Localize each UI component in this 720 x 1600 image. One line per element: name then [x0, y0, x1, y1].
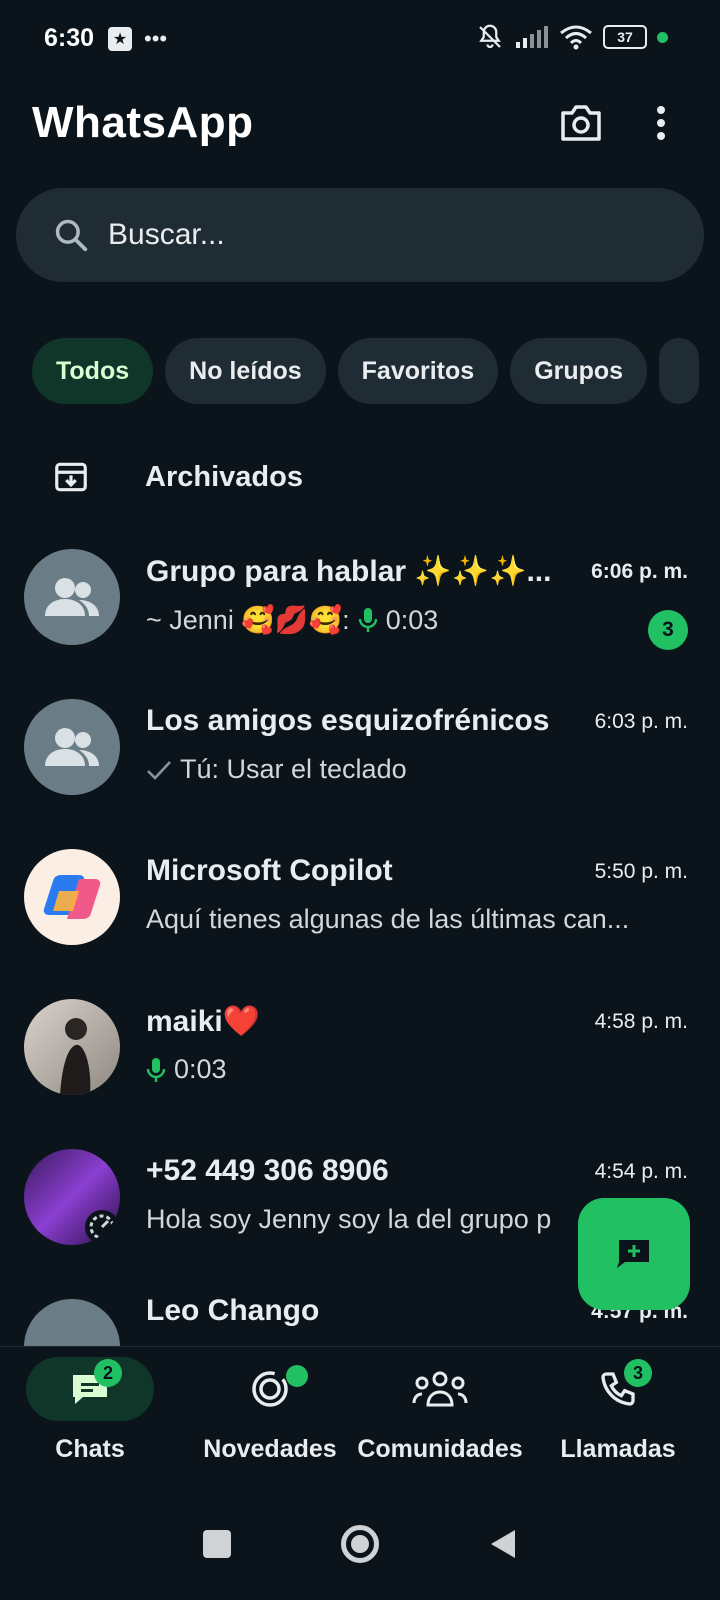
- voice-duration: 0:03: [174, 1054, 227, 1084]
- nav-calls-pill: 3: [554, 1357, 682, 1421]
- signal-icon: [516, 26, 548, 48]
- more-vert-icon: [657, 106, 665, 140]
- filter-chip-favoritos[interactable]: Favoritos: [337, 338, 499, 404]
- privacy-indicator-dot: [657, 31, 668, 43]
- chat-name: Grupo para hablar ✨✨✨...: [146, 555, 552, 588]
- nav-calls[interactable]: 3 Llamadas: [528, 1357, 708, 1464]
- status-time: 6:30: [44, 24, 95, 52]
- nav-communities-pill: [376, 1357, 504, 1421]
- search-placeholder: Buscar...: [108, 218, 225, 251]
- status-left-icons: ★ •••: [108, 26, 167, 52]
- filter-chip-no-leidos[interactable]: No leídos: [165, 338, 326, 404]
- contact-avatar: [24, 1299, 120, 1346]
- nav-chats-label: Chats: [55, 1435, 125, 1463]
- chat-row[interactable]: Grupo para hablar ✨✨✨... 6:06 p. m. ~ Je…: [0, 528, 720, 678]
- contact-avatar: [24, 1149, 120, 1245]
- bottom-navigation: 2 Chats Novedades Comunidades 3 Llamadas: [0, 1346, 720, 1477]
- search-input[interactable]: Buscar...: [16, 188, 704, 282]
- home-button-inner: [351, 1535, 369, 1553]
- calls-missed-badge: 3: [624, 1359, 652, 1387]
- chat-preview: Tú: Usar el teclado: [146, 754, 407, 785]
- mic-icon: [146, 1057, 166, 1082]
- message-text: Tú: Usar el teclado: [180, 754, 407, 784]
- check-icon: [147, 760, 171, 780]
- chat-name: +52 449 306 8906: [146, 1154, 389, 1187]
- updates-new-dot: [286, 1365, 308, 1387]
- chat-time: 6:06 p. m.: [591, 560, 688, 583]
- nav-calls-label: Llamadas: [560, 1435, 676, 1463]
- camera-button[interactable]: [556, 100, 606, 146]
- unread-badge: 3: [648, 610, 688, 650]
- nav-updates[interactable]: Novedades: [180, 1357, 360, 1464]
- status-icons: 37: [475, 22, 668, 52]
- chat-preview: 0:03: [146, 1054, 227, 1085]
- chat-preview: Aquí tienes algunas de las últimas can..…: [146, 904, 630, 934]
- chat-preview: ~ Jenni 🥰💋🥰: 0:03: [146, 604, 438, 636]
- app-notification-icon: ★: [108, 27, 132, 51]
- home-button[interactable]: [341, 1525, 379, 1563]
- chat-time: 6:03 p. m.: [594, 710, 688, 733]
- contact-avatar: [24, 999, 120, 1095]
- filter-chip-todos[interactable]: Todos: [32, 338, 154, 404]
- system-navigation: [0, 1488, 720, 1600]
- nav-communities[interactable]: Comunidades: [350, 1357, 530, 1464]
- chat-row[interactable]: Microsoft Copilot 5:50 p. m. Aquí tienes…: [0, 828, 720, 978]
- camera-icon: [561, 105, 601, 141]
- chat-time: 4:58 p. m.: [594, 1010, 688, 1033]
- wifi-icon: [560, 25, 592, 50]
- recents-button[interactable]: [203, 1530, 231, 1558]
- chat-sender: ~ Jenni 🥰💋🥰:: [146, 605, 350, 635]
- more-notifications-icon: •••: [144, 26, 168, 51]
- group-icon: [45, 578, 99, 616]
- chat-row[interactable]: Los amigos esquizofrénicos 6:03 p. m. Tú…: [0, 678, 720, 828]
- chat-time: 5:50 p. m.: [594, 860, 688, 883]
- group-avatar: [24, 549, 120, 645]
- new-chat-icon: [617, 1240, 649, 1268]
- nav-communities-label: Comunidades: [357, 1435, 523, 1463]
- chat-name: Los amigos esquizofrénicos: [146, 704, 550, 737]
- search-icon: [55, 219, 88, 252]
- person-photo-icon: [60, 1018, 91, 1095]
- archive-icon: [55, 462, 87, 492]
- group-avatar: [24, 699, 120, 795]
- chat-name: maiki❤️: [146, 1005, 261, 1038]
- mute-icon: [479, 24, 501, 49]
- chat-name: Microsoft Copilot: [146, 854, 393, 887]
- chat-preview: Hola soy Jenny soy la del grupo p: [146, 1204, 552, 1234]
- nav-updates-label: Novedades: [203, 1435, 337, 1463]
- chats-unread-badge: 2: [94, 1359, 122, 1387]
- copilot-avatar: [24, 849, 120, 945]
- archived-row[interactable]: Archivados: [0, 430, 720, 524]
- archived-label: Archivados: [145, 460, 303, 493]
- filter-chip-more[interactable]: [659, 338, 700, 404]
- app-title: WhatsApp: [32, 98, 254, 147]
- nav-chats[interactable]: 2 Chats: [0, 1357, 180, 1464]
- chat-name: Leo Chango: [146, 1294, 320, 1327]
- voice-duration: 0:03: [385, 604, 439, 635]
- nav-updates-pill: [206, 1357, 334, 1421]
- chat-row[interactable]: maiki❤️ 4:58 p. m. 0:03: [0, 978, 720, 1128]
- status-timer-icon: [85, 1210, 119, 1244]
- communities-icon: [412, 1371, 468, 1407]
- filter-chips: Todos No leídos Favoritos Grupos: [32, 338, 700, 404]
- back-button[interactable]: [489, 1528, 517, 1560]
- copilot-logo-icon: [43, 875, 101, 919]
- mic-icon: [358, 608, 377, 632]
- new-chat-button[interactable]: [578, 1198, 690, 1310]
- more-options-button[interactable]: [646, 100, 676, 146]
- group-icon: [45, 728, 99, 766]
- battery-indicator: 37: [603, 25, 647, 49]
- nav-chats-pill: 2: [26, 1357, 154, 1421]
- filter-chip-grupos[interactable]: Grupos: [510, 338, 648, 404]
- chat-time: 4:54 p. m.: [594, 1160, 688, 1183]
